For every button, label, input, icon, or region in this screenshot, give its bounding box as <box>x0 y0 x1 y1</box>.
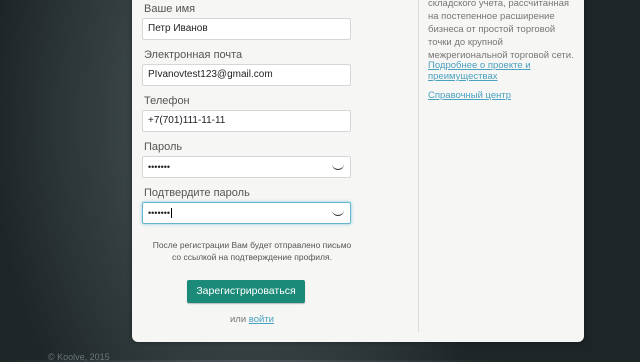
phone-label: Телефон <box>144 95 190 107</box>
phone-input[interactable]: +7(701)111-11-11 <box>142 110 351 132</box>
column-divider <box>418 0 419 332</box>
project-description: складского учета, рассчитанная на постеп… <box>428 0 580 62</box>
phone-input-value: +7(701)111-11-11 <box>148 115 226 126</box>
name-input-value: Петр Иванов <box>148 23 208 34</box>
about-link-line-2: преимуществах <box>428 71 498 82</box>
email-label: Электронная почта <box>144 49 243 61</box>
description-line: точки до крупной <box>428 37 503 48</box>
login-link[interactable]: войти <box>249 314 274 325</box>
confirm-password-input[interactable]: ••••••• <box>142 202 351 224</box>
description-line: на постепенное расширение <box>428 11 555 22</box>
about-link-line-1: Подробнее о проекте и <box>428 60 531 71</box>
name-input[interactable]: Петр Иванов <box>142 18 351 40</box>
register-button[interactable]: Зарегистрироваться <box>187 280 305 303</box>
password-input[interactable]: ••••••• <box>142 156 351 178</box>
email-input[interactable]: PIvanovtest123@gmail.com <box>142 64 351 86</box>
registration-note: После регистрации Вам будет отправлено п… <box>140 239 364 263</box>
copyright-text: © Koolve, 2015 <box>48 352 110 362</box>
or-login-row: или войти <box>140 314 364 325</box>
description-line: складского учета, рассчитанная <box>428 0 569 9</box>
show-confirm-password-icon[interactable] <box>332 209 344 216</box>
name-label: Ваше имя <box>144 3 196 15</box>
show-password-icon[interactable] <box>332 163 344 170</box>
or-text: или <box>229 314 247 325</box>
password-label: Пароль <box>144 141 183 153</box>
about-project-link[interactable]: Подробнее о проекте и преимуществах <box>428 60 578 82</box>
description-line: бизнеса от простой торговой <box>428 24 556 35</box>
confirm-password-label: Подтвердите пароль <box>144 187 250 199</box>
email-input-value: PIvanovtest123@gmail.com <box>148 69 273 80</box>
help-center-link[interactable]: Справочный центр <box>428 90 578 101</box>
confirm-password-input-value: ••••••• <box>148 208 171 218</box>
password-input-value: ••••••• <box>148 162 171 172</box>
text-cursor <box>171 208 173 219</box>
note-line-2: со ссылкой на подтверждение профиля. <box>172 252 332 262</box>
note-line-1: После регистрации Вам будет отправлено п… <box>152 240 352 250</box>
